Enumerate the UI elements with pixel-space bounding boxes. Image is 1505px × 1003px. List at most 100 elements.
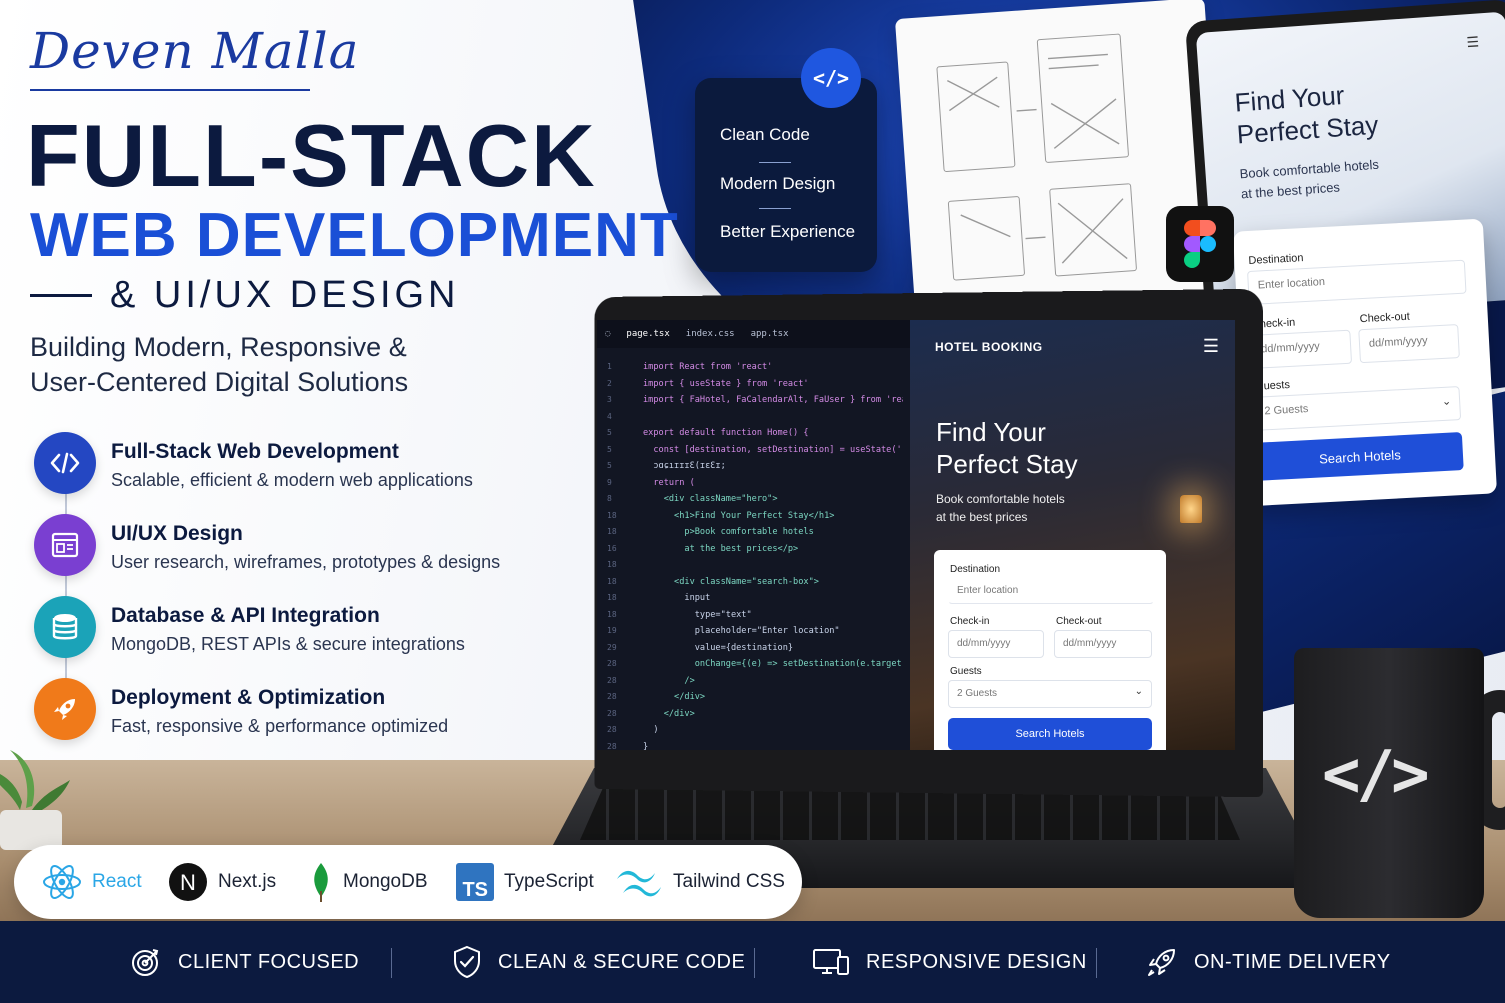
code-line: input bbox=[643, 593, 711, 603]
mug-code-logo: </> bbox=[1322, 738, 1430, 812]
line-number: 28 bbox=[607, 659, 617, 668]
guests-value: 2 Guests bbox=[1264, 403, 1309, 418]
svg-text:N: N bbox=[180, 870, 196, 895]
destination-input[interactable]: Enter location bbox=[948, 578, 1154, 604]
code-line: placeholder="Enter location" bbox=[643, 626, 840, 636]
line-number-gutter: 1 2 3 4 5 5 5 9 8 18 18 16 18 18 18 18 19 29 28 28 28 28 28 28 bbox=[607, 362, 627, 750]
value-responsive: RESPONSIVE DESIGN bbox=[812, 921, 1087, 1003]
site-hero-title: Find Your Perfect Stay bbox=[936, 416, 1078, 480]
checkout-input[interactable]: dd/mm/yyyy bbox=[1358, 324, 1460, 364]
typescript-badge: TS bbox=[462, 879, 488, 901]
feature-title: Full-Stack Web Development bbox=[111, 440, 399, 463]
feature-title: Deployment & Optimization bbox=[111, 686, 386, 709]
code-line: <div className="hero"> bbox=[643, 494, 778, 504]
signature-logo: Deven Malla bbox=[30, 22, 360, 80]
headline-fullstack: FULL-STACK bbox=[26, 106, 597, 205]
line-number: 18 bbox=[607, 576, 617, 586]
code-line: import React from 'react' bbox=[643, 362, 773, 372]
destination-input[interactable]: Enter location bbox=[1247, 259, 1467, 306]
destination-label: Destination bbox=[950, 564, 1001, 575]
nextjs-icon: N bbox=[169, 863, 207, 901]
poster-canvas: Deven Malla FULL-STACK WEB DEVELOPMENT &… bbox=[0, 0, 1505, 1003]
tablet-hero-subtitle: Book comfortable hotels at the best pric… bbox=[1239, 155, 1381, 205]
line-number: 28 bbox=[607, 708, 617, 718]
feature-database: Database & API Integration MongoDB, REST… bbox=[34, 594, 594, 676]
lamp-glow bbox=[1180, 495, 1202, 523]
headline-web-development: WEB DEVELOPMENT bbox=[30, 201, 679, 270]
search-hotels-button[interactable]: Search Hotels bbox=[948, 718, 1152, 750]
bar-divider bbox=[754, 948, 755, 978]
feature-fullstack: Full-Stack Web Development Scalable, eff… bbox=[34, 430, 594, 512]
tab-app-tsx[interactable]: app.tsx bbox=[751, 329, 789, 339]
react-icon bbox=[43, 865, 81, 899]
line-number: 1 bbox=[607, 362, 612, 371]
checkin-input[interactable]: dd/mm/yyyy bbox=[1250, 329, 1353, 369]
site-sub-line: at the best prices bbox=[936, 510, 1028, 524]
value-on-time: ON-TIME DELIVERY bbox=[1146, 921, 1391, 1003]
tech-label: TypeScript bbox=[504, 871, 594, 892]
line-number: 9 bbox=[607, 477, 612, 487]
tailwind-icon bbox=[617, 870, 661, 897]
code-icon bbox=[34, 432, 96, 494]
code-badge-icon: </> bbox=[801, 48, 861, 108]
code-line: import { FaHotel, FaCalendarAlt, FaUser … bbox=[643, 395, 903, 405]
code-line: <div className="search-box"> bbox=[643, 576, 819, 587]
code-line: value={destination} bbox=[643, 642, 794, 653]
code-line: <h1>Find Your Perfect Stay</h1> bbox=[643, 510, 835, 521]
code-line: const [destination, setDestination] = us… bbox=[643, 444, 903, 455]
guests-select[interactable]: 2 Guests ⌄ bbox=[948, 680, 1152, 708]
tab-page-tsx[interactable]: page.tsx bbox=[626, 329, 669, 339]
value-client-focused: CLIENT FOCUSED bbox=[130, 921, 359, 1003]
floating-search-form: Destination Enter location Check-in dd/m… bbox=[1232, 218, 1498, 507]
feature-uiux: UI/UX Design User research, wireframes, … bbox=[34, 512, 594, 594]
site-title-line: Perfect Stay bbox=[936, 449, 1078, 479]
rocket-icon bbox=[1148, 949, 1175, 976]
hotel-site-preview: HOTEL BOOKING ☰ Find Your Perfect Stay B… bbox=[910, 320, 1235, 750]
chevron-down-icon: ⌄ bbox=[1134, 686, 1143, 697]
clean-code-label: Clean Code bbox=[720, 125, 810, 144]
bottom-values-bar: CLIENT FOCUSED CLEAN & SECURE CODE RESPO… bbox=[0, 921, 1505, 1003]
value-label: CLIENT FOCUSED bbox=[178, 950, 360, 973]
code-line: /> bbox=[643, 675, 695, 686]
checkout-input[interactable]: dd/mm/yyyy bbox=[1054, 630, 1152, 658]
card-divider bbox=[759, 208, 791, 209]
search-hotels-button[interactable]: Search Hotels bbox=[1256, 432, 1464, 481]
tech-mongodb: MongoDB bbox=[309, 845, 428, 919]
line-number: 28 bbox=[607, 675, 617, 685]
line-number: 18 bbox=[607, 527, 617, 536]
line-number: 18 bbox=[607, 510, 617, 520]
clean-code-card: Clean Code Modern Design Better Experien… bbox=[695, 78, 877, 272]
chevron-down-icon: ⌄ bbox=[1441, 395, 1452, 409]
feature-desc: Scalable, efficient & modern web applica… bbox=[111, 470, 473, 490]
guests-select[interactable]: 2 Guests ⌄ bbox=[1253, 386, 1462, 431]
feature-list: Full-Stack Web Development Scalable, eff… bbox=[34, 430, 594, 758]
tech-tailwind: Tailwind CSS bbox=[615, 845, 785, 919]
checkin-input[interactable]: dd/mm/yyyy bbox=[948, 630, 1044, 658]
tech-react: React bbox=[42, 845, 142, 919]
code-line: </div> bbox=[643, 692, 706, 702]
guests-value: 2 Guests bbox=[957, 688, 998, 699]
better-experience-label: Better Experience bbox=[720, 222, 856, 241]
line-number: 16 bbox=[607, 543, 617, 553]
potted-plant-decoration bbox=[0, 750, 70, 850]
line-number: 4 bbox=[607, 411, 612, 421]
explorer-icon[interactable]: ◌ bbox=[605, 329, 610, 339]
line-number: 19 bbox=[607, 626, 617, 635]
tab-index-css[interactable]: index.css bbox=[686, 329, 735, 339]
checkin-label: Check-in bbox=[950, 616, 990, 627]
hamburger-menu-icon[interactable]: ☰ bbox=[1203, 336, 1219, 357]
code-line: export default function Home() { bbox=[643, 428, 809, 438]
tech-typescript: TS TypeScript bbox=[456, 845, 594, 919]
card-divider bbox=[759, 162, 791, 163]
site-title-line: Find Your bbox=[936, 417, 1046, 447]
mongodb-icon bbox=[314, 863, 328, 902]
menu-icon[interactable]: ☰ bbox=[1466, 33, 1480, 51]
line-number: 28 bbox=[607, 725, 617, 734]
code-line: import { useState } from 'react' bbox=[643, 378, 809, 389]
figma-icon bbox=[1166, 206, 1234, 282]
feature-deployment: Deployment & Optimization Fast, responsi… bbox=[34, 676, 594, 758]
devices-icon bbox=[813, 949, 849, 975]
laptop-screen: ◌ page.tsx index.css app.tsx 1 2 3 4 5 5 5 9 8 18… bbox=[597, 320, 1235, 750]
